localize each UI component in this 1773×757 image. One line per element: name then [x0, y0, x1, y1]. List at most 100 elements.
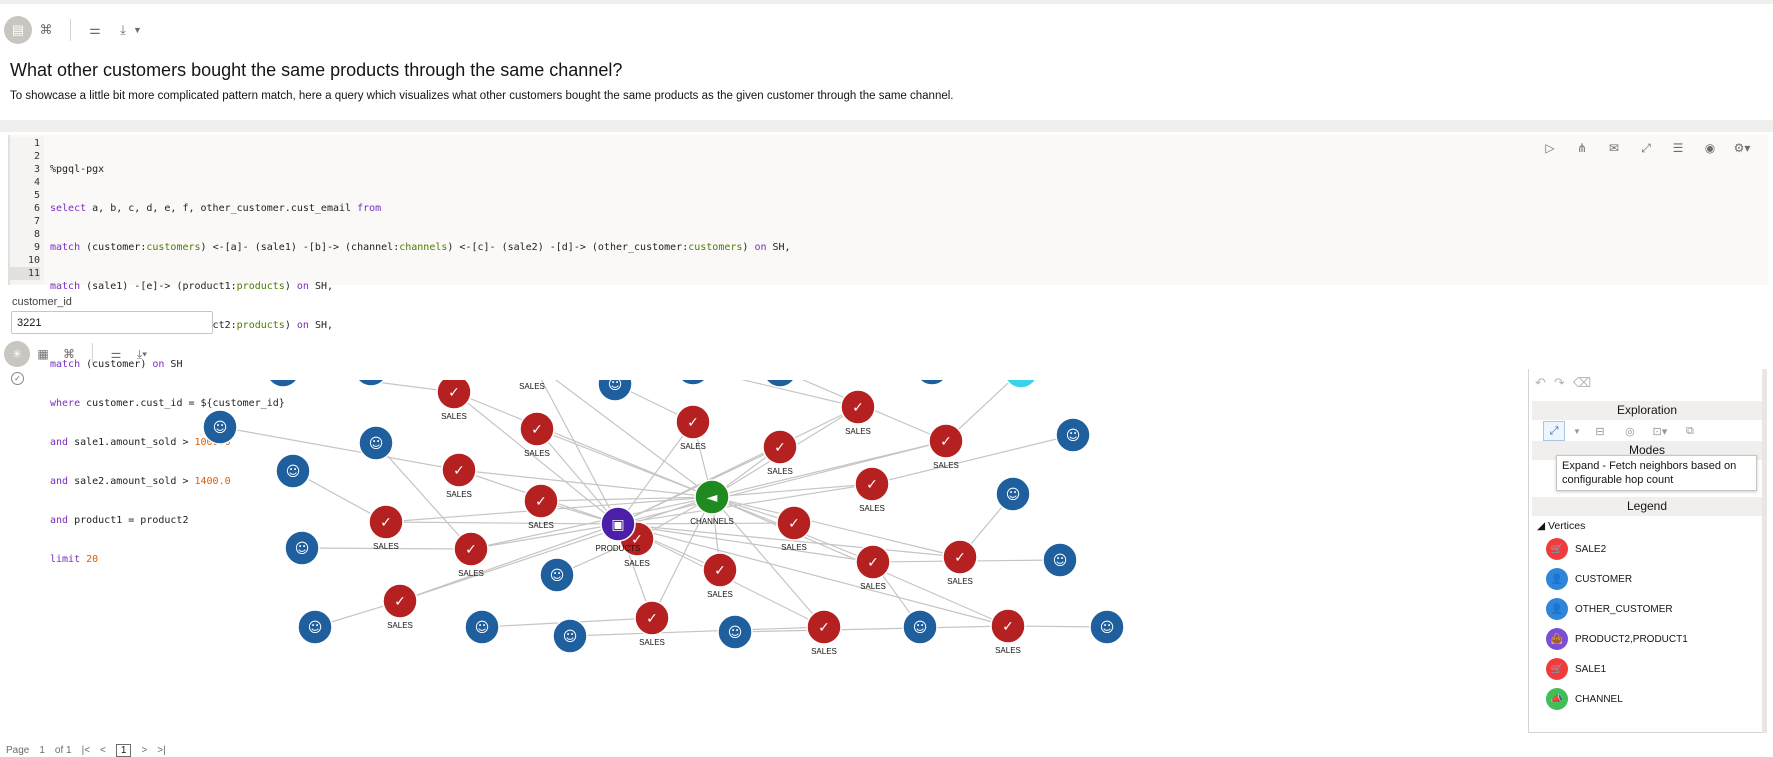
ungroup-icon[interactable]: ⧉: [1679, 421, 1701, 441]
graph-canvas[interactable]: ☺☺☺☺☺☺☺☺☺☺☺☺☺☺☺☺☺☺☺☺☺✓SALES✓SALES✓SALES✓…: [0, 380, 1520, 744]
legend-item-sale1[interactable]: 🛒 SALE1: [1546, 658, 1606, 680]
panel-scrollbar[interactable]: [1762, 369, 1767, 733]
sale-node[interactable]: ✓SALES: [854, 466, 890, 513]
customer-node[interactable]: ☺: [597, 380, 633, 402]
settings-sliders-icon[interactable]: ⚌: [103, 341, 129, 367]
settings-icon[interactable]: ⚙▾: [1729, 138, 1755, 158]
group-icon[interactable]: ⊡▾: [1649, 421, 1671, 441]
legend-item-product[interactable]: 👜 PRODUCT2,PRODUCT1: [1546, 628, 1688, 650]
sale-node[interactable]: ✓SALES: [436, 380, 472, 421]
graph-edge[interactable]: [711, 483, 873, 498]
comments-icon[interactable]: ✉: [1601, 138, 1627, 158]
code-icon[interactable]: ⌘: [56, 341, 82, 367]
customer-node[interactable]: ☺: [1042, 542, 1078, 578]
customer-id-input[interactable]: [11, 311, 213, 334]
graph-edge[interactable]: [617, 483, 873, 525]
customer-node[interactable]: ☺: [902, 609, 938, 645]
sale-node-glyph: ✓: [465, 542, 477, 558]
sale-node[interactable]: ✓SALES: [453, 531, 489, 578]
customer-node[interactable]: ☺: [464, 609, 500, 645]
graph-edge[interactable]: [617, 523, 1009, 627]
graph-view-icon[interactable]: ✳: [4, 341, 30, 367]
separator-bar: [0, 120, 1773, 132]
node-label: SALES: [528, 521, 554, 530]
customer-node[interactable]: ☺: [915, 380, 949, 386]
graph-edge[interactable]: [219, 426, 460, 471]
sale-node[interactable]: ✓SALES: [382, 583, 418, 630]
graph-icon[interactable]: ⋔: [1569, 138, 1595, 158]
graph-edge[interactable]: [569, 626, 825, 637]
sale-node[interactable]: ✓SALES: [675, 404, 711, 451]
customer-node[interactable]: ☺: [284, 530, 320, 566]
sale-node[interactable]: ✓SALES: [519, 411, 555, 458]
focus-icon[interactable]: ◎: [1619, 421, 1641, 441]
pagination: Page 1 of 1 |< < 1 > >|: [6, 744, 166, 757]
fullscreen-icon[interactable]: ⤢: [1633, 138, 1659, 158]
legend-item-channel[interactable]: 📣 CHANNEL: [1546, 688, 1623, 710]
line-number: 5: [33, 190, 40, 201]
visibility-icon[interactable]: ◉: [1697, 138, 1723, 158]
sale-node[interactable]: ✓SALES: [515, 380, 549, 391]
legend-item-sale2[interactable]: 🛒 SALE2: [1546, 538, 1606, 560]
redo-icon[interactable]: ↷: [1554, 375, 1565, 391]
graph-edge[interactable]: [711, 440, 947, 498]
node-label: SALES: [519, 382, 545, 391]
sale-node[interactable]: ✓SALES: [634, 600, 670, 647]
legend-item-other-customer[interactable]: 👤 OTHER_CUSTOMER: [1546, 598, 1673, 620]
customer-node[interactable]: ☺: [275, 453, 311, 489]
undo-icon[interactable]: ↶: [1535, 375, 1546, 391]
sale-node[interactable]: ✓SALES: [702, 552, 738, 599]
expand-icon[interactable]: ⤢: [1543, 421, 1565, 441]
customer-node-highlight[interactable]: ☺: [1004, 380, 1038, 389]
sale-node[interactable]: ✓SALES: [942, 539, 978, 586]
customer-node[interactable]: ☺: [202, 409, 238, 445]
last-page-icon[interactable]: >|: [157, 745, 165, 756]
customer-node[interactable]: ☺: [297, 609, 333, 645]
customer-node[interactable]: ☺: [552, 618, 588, 654]
prev-page-icon[interactable]: <: [100, 745, 106, 756]
graph-edge[interactable]: [385, 521, 619, 525]
sale-node[interactable]: ✓SALES: [776, 505, 812, 552]
chevron-down-icon[interactable]: ▼: [1573, 427, 1581, 436]
list-icon[interactable]: ☰: [1665, 138, 1691, 158]
notebook-icon[interactable]: ▤: [4, 16, 32, 44]
next-page-icon[interactable]: >: [141, 745, 147, 756]
settings-sliders-icon[interactable]: ⚌: [81, 16, 109, 44]
code-editor[interactable]: 1 2 3 4 5 6 7 8 9 10 11 %pgql-pgx select…: [8, 135, 1768, 565]
sale-node[interactable]: ✓SALES: [928, 423, 964, 470]
sale-node[interactable]: ✓SALES: [368, 504, 404, 551]
customer-node[interactable]: ☺: [717, 614, 753, 650]
chevron-down-icon[interactable]: ▼: [133, 25, 142, 35]
customer-node[interactable]: ☺: [539, 557, 575, 593]
run-icon[interactable]: ▷: [1537, 138, 1563, 158]
customer-node[interactable]: ☺: [358, 425, 394, 461]
customer-node-glyph: ☺: [1006, 487, 1021, 503]
table-view-icon[interactable]: ▦: [30, 341, 56, 367]
graph-edge[interactable]: [651, 496, 713, 619]
current-page[interactable]: 1: [115, 744, 132, 757]
graph-edge[interactable]: [711, 496, 961, 558]
line-gutter: 1 2 3 4 5 6 7 8 9 10 11: [10, 137, 44, 284]
sale-node[interactable]: ✓SALES: [523, 483, 559, 530]
first-page-icon[interactable]: |<: [82, 745, 90, 756]
graph-edge[interactable]: [536, 428, 713, 498]
sale-node[interactable]: ✓SALES: [855, 544, 891, 591]
customer-node[interactable]: ☺: [1089, 609, 1125, 645]
sale-node[interactable]: ✓SALES: [840, 389, 876, 436]
download-icon[interactable]: ⤓▾: [129, 341, 155, 367]
sale-node[interactable]: ✓SALES: [990, 608, 1026, 655]
sale-node-glyph: ✓: [1002, 619, 1014, 635]
graph-edge[interactable]: [871, 434, 1074, 485]
customer-node[interactable]: ☺: [995, 476, 1031, 512]
customer-node[interactable]: ☺: [676, 380, 710, 386]
sale-node[interactable]: ✓SALES: [441, 452, 477, 499]
vertices-title[interactable]: ◢ Vertices: [1537, 520, 1585, 532]
legend-item-customer[interactable]: 👤 CUSTOMER: [1546, 568, 1632, 590]
sale-node[interactable]: ✓SALES: [762, 429, 798, 476]
eraser-icon[interactable]: ⌫: [1573, 375, 1591, 391]
sale-node[interactable]: ✓SALES: [806, 609, 842, 656]
customer-node[interactable]: ☺: [1055, 417, 1091, 453]
customer-node[interactable]: ☺: [266, 380, 300, 388]
collapse-icon[interactable]: ⊟: [1589, 421, 1611, 441]
code-icon[interactable]: ⌘: [32, 16, 60, 44]
